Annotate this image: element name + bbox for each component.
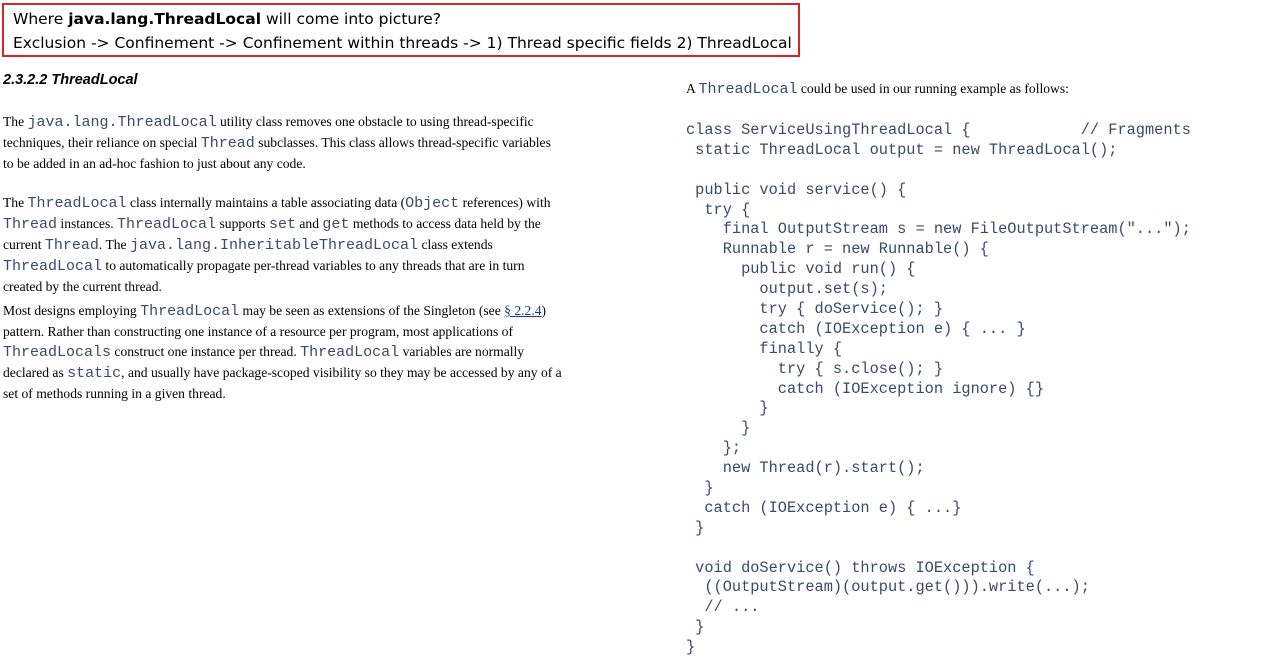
code-line: public void service() { — [686, 180, 907, 199]
code-line: } — [686, 479, 714, 498]
code-line: finally { — [686, 339, 843, 358]
code-line: Runnable r = new Runnable() { — [686, 240, 989, 259]
code-line: } — [686, 518, 705, 537]
code-line: catch (IOException e) { ...} — [686, 498, 962, 517]
code-line: output.set(s); — [686, 280, 888, 299]
callout-answer-line: Exclusion -> Confinement -> Confinement … — [13, 34, 792, 52]
code-line: try { s.close(); } — [686, 359, 944, 378]
callout-question-line: Where java.lang.ThreadLocal will come in… — [13, 7, 798, 31]
section-link[interactable]: § 2.2.4 — [504, 303, 541, 318]
code-line: catch (IOException e) { ... } — [686, 319, 1026, 338]
code-line: }; — [686, 439, 742, 458]
inline-code: java.lang.ThreadLocal — [27, 114, 217, 131]
paragraph-2: The ThreadLocal class internally maintai… — [3, 195, 551, 294]
code-line: public void run() { — [686, 260, 916, 279]
paragraph-1: The java.lang.ThreadLocal utility class … — [3, 114, 551, 171]
code-line: void doService() throws IOException { — [686, 558, 1035, 577]
code-line: try { doService(); } — [686, 300, 944, 319]
inline-code: Thread — [200, 135, 255, 152]
section-heading: 2.3.2.2 ThreadLocal — [3, 72, 138, 88]
callout-text: Where — [13, 10, 69, 28]
code-line: } — [686, 419, 751, 438]
code-line: static ThreadLocal output = new ThreadLo… — [686, 140, 1118, 159]
code-line: ((OutputStream)(output.get())).write(...… — [686, 578, 1090, 597]
code-line: class ServiceUsingThreadLocal { // Fragm… — [686, 121, 1191, 139]
code-line: final OutputStream s = new FileOutputStr… — [686, 220, 1191, 239]
paragraph-3: Most designs employing ThreadLocal may b… — [3, 303, 562, 401]
code-line: catch (IOException ignore) {} — [686, 379, 1045, 398]
question-callout: Where java.lang.ThreadLocal will come in… — [2, 3, 800, 57]
code-line: try { — [686, 200, 751, 219]
code-line: } — [686, 638, 696, 657]
code-line: // ... — [686, 598, 760, 617]
callout-text: will come into picture? — [261, 10, 442, 28]
callout-bold-classname: java.lang.ThreadLocal — [68, 10, 262, 28]
code-intro: A ThreadLocal could be used in our runni… — [686, 81, 1069, 98]
code-line: } — [686, 399, 769, 418]
code-line: } — [686, 618, 705, 637]
code-example: class ServiceUsingThreadLocal { // Fragm… — [686, 121, 1191, 658]
code-line: new Thread(r).start(); — [686, 459, 925, 478]
